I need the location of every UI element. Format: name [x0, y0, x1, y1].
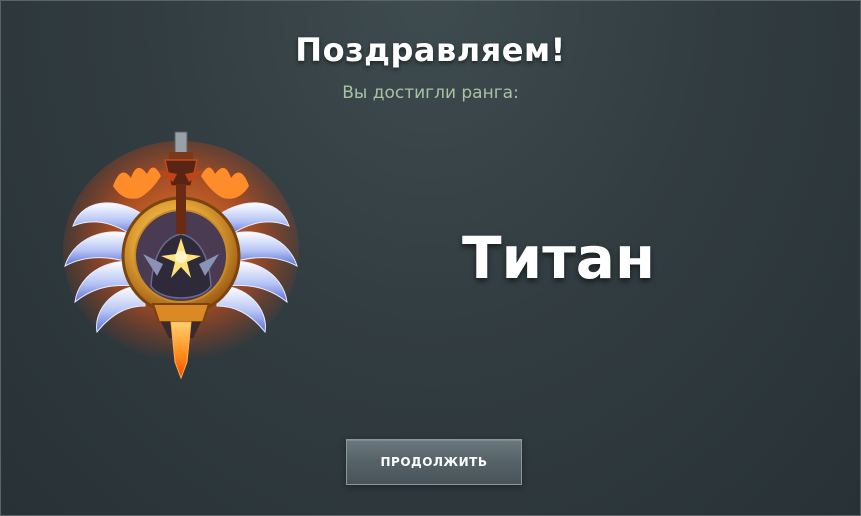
rank-name: Титан — [461, 224, 656, 292]
dialog-subtitle: Вы достигли ранга: — [342, 83, 519, 103]
titan-rank-medal-icon — [63, 131, 299, 380]
continue-button-label: ПРОДОЛЖИТЬ — [380, 455, 488, 469]
continue-button[interactable]: ПРОДОЛЖИТЬ — [346, 439, 522, 485]
dialog-title: Поздравляем! — [295, 31, 566, 69]
rank-up-dialog: Поздравляем! Вы достигли ранга: Титан ПР… — [0, 0, 861, 516]
